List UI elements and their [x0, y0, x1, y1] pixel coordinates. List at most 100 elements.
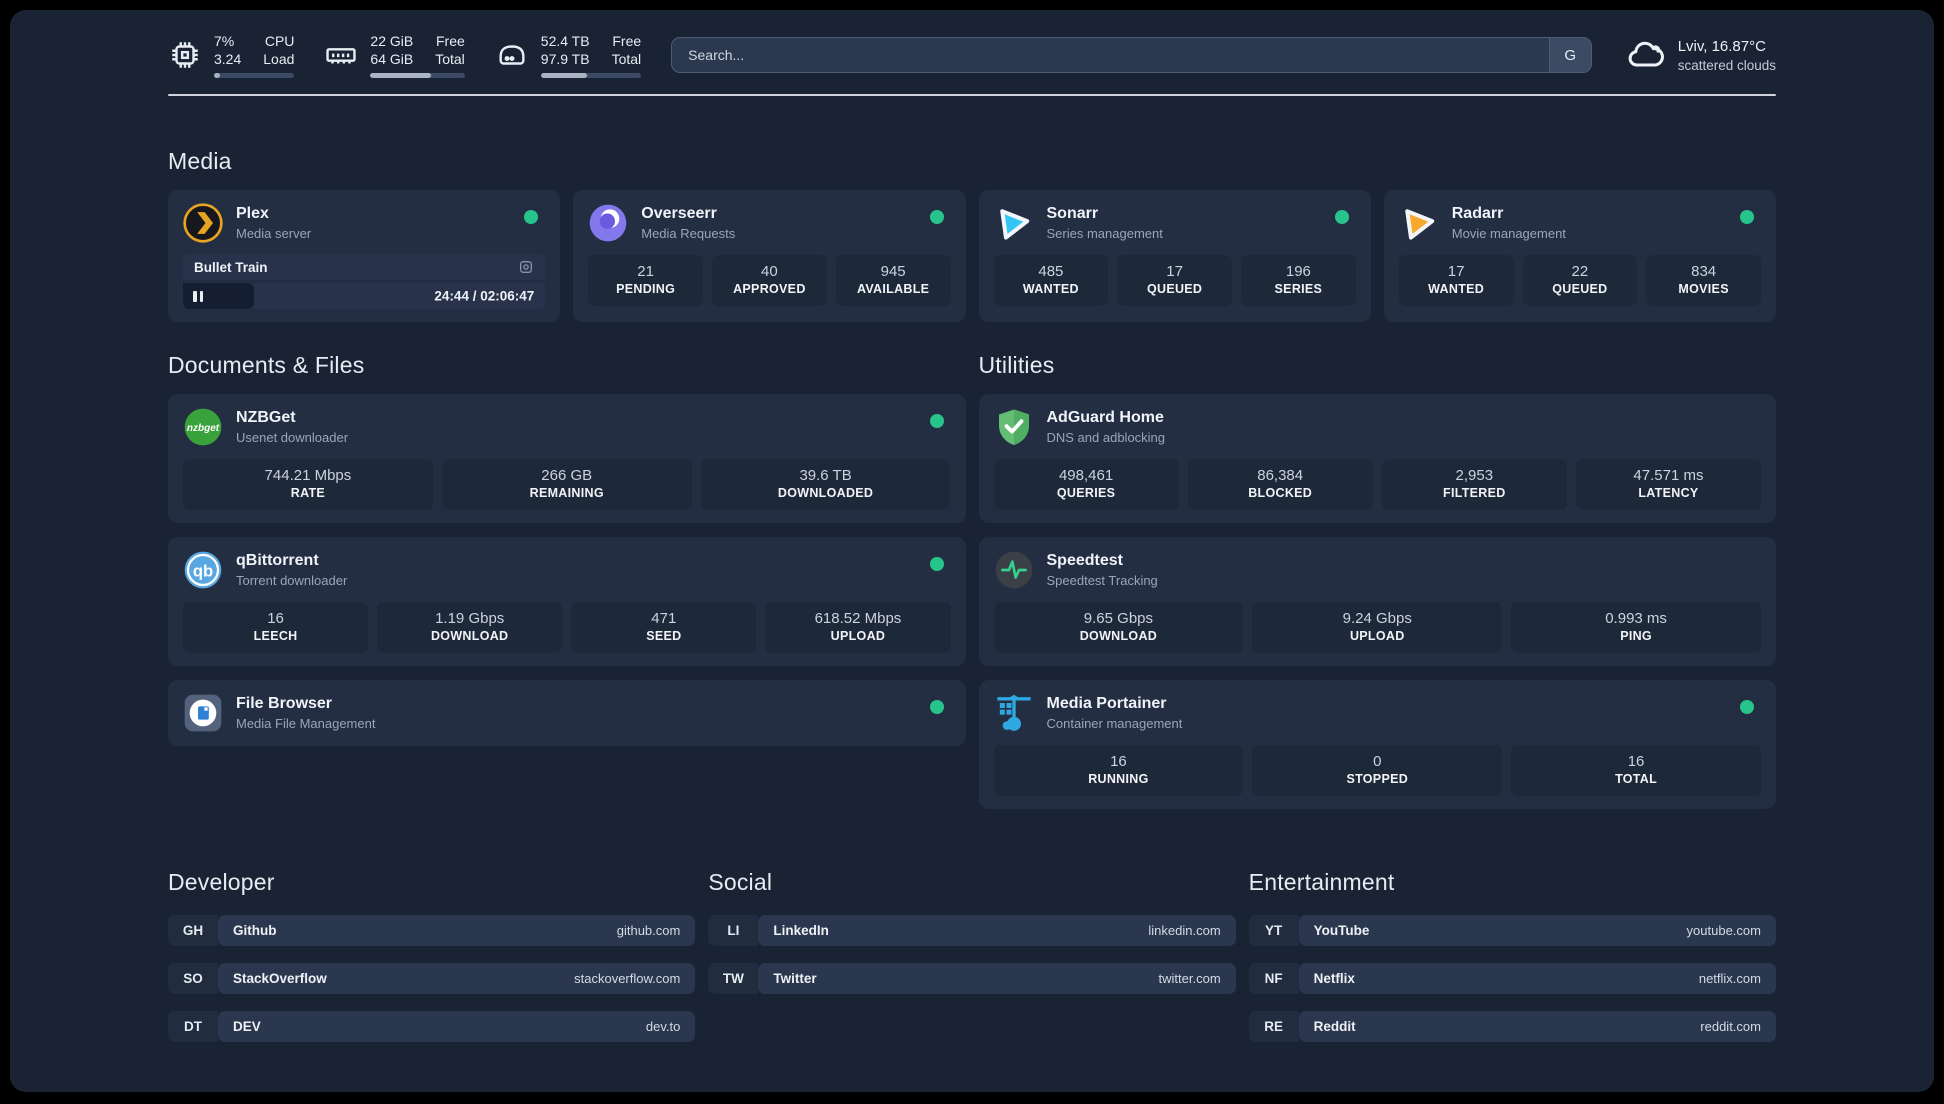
disk-total-label: Total [611, 51, 642, 67]
cpu-load-value: 3.24 [214, 51, 242, 67]
bookmark-name: StackOverflow [233, 971, 327, 986]
cloud-icon [1626, 35, 1666, 75]
bookmark-name: DEV [233, 1019, 261, 1034]
overseerr-icon [588, 203, 628, 243]
service-card-plex[interactable]: Plex Media server Bullet Train 24:44 / 0… [168, 190, 561, 322]
service-card-overseerr[interactable]: Overseerr Media Requests 21 PENDING 40 APP… [573, 190, 966, 322]
section-title-social: Social [708, 869, 773, 895]
bookmark-url: netflix.com [1698, 971, 1761, 986]
service-card-radarr[interactable]: Radarr Movie management 17 WANTED 22 QUEUE… [1383, 190, 1776, 322]
stat-upload: 9.24 Gbps UPLOAD [1252, 602, 1503, 653]
stat-download: 1.19 Gbps DOWNLOAD [377, 602, 563, 653]
bookmark-url: twitter.com [1158, 971, 1221, 986]
stat-rate: 744.21 Mbps RATE [183, 459, 433, 510]
disk-stat-widget: 52.4 TB 97.9 TB Free Total [495, 32, 642, 78]
service-desc: Series management [1046, 226, 1163, 241]
ram-free-value: 22 GiB [370, 33, 414, 49]
bookmark-tag: LI [708, 915, 759, 946]
stat-ping: 0.993 ms PING [1511, 602, 1761, 653]
bookmark-linkedin[interactable]: LI LinkedIn linkedin.com [708, 915, 1236, 946]
service-card-filebrowser[interactable]: File Browser Media File Management [168, 680, 966, 746]
bookmark-tag: DT [168, 1011, 218, 1042]
service-card-sonarr[interactable]: Sonarr Series management 485 WANTED 17 QUE… [978, 190, 1371, 322]
cpu-value: 7% [214, 33, 235, 49]
cpu-progress-bar [214, 73, 295, 78]
bookmark-name: Twitter [773, 971, 817, 986]
bookmark-tag: SO [168, 963, 218, 994]
stat-seed: 471 SEED [571, 602, 757, 653]
status-dot [1334, 210, 1349, 224]
search-engine-button[interactable]: G [1548, 38, 1591, 72]
service-name: qBittorrent [236, 552, 319, 569]
bookmark-youtube[interactable]: YT YouTube youtube.com [1248, 915, 1776, 946]
bookmarks-area: Developer GH Github github.com SO StackO… [168, 869, 1776, 1042]
stat-blocked: 86,384 BLOCKED [1187, 459, 1373, 510]
svg-text:nzbget: nzbget [187, 423, 220, 434]
media-card-row: Plex Media server Bullet Train 24:44 / 0… [168, 190, 1776, 322]
speedtest-icon [994, 550, 1034, 590]
stat-queued: 22 QUEUED [1522, 255, 1638, 306]
status-dot [1740, 210, 1754, 224]
service-card-nzbget[interactable]: nzbget NZBGet Usenet downloader 744.21 M… [168, 394, 966, 523]
cpu-stat-widget: 7% 3.24 CPU Load [168, 32, 295, 78]
ram-stat-widget: 22 GiB 64 GiB Free Total [324, 32, 465, 78]
stat-series: 196 SERIES [1241, 255, 1356, 306]
disk-progress-bar [540, 73, 642, 78]
filebrowser-icon [183, 693, 223, 733]
bookmark-twitter[interactable]: TW Twitter twitter.com [708, 963, 1236, 994]
service-name: Speedtest [1046, 552, 1123, 569]
service-name: Overseerr [641, 205, 717, 222]
bookmark-url: github.com [616, 923, 681, 938]
weather-condition: scattered clouds [1677, 57, 1776, 73]
bookmark-name: YouTube [1313, 923, 1370, 938]
search-bar: G [671, 37, 1592, 73]
weather-widget: Lviv, 16.87°C scattered clouds [1626, 35, 1776, 75]
bookmark-url: reddit.com [1700, 1019, 1761, 1034]
stat-filtered: 2,953 FILTERED [1381, 459, 1567, 510]
section-title-developer: Developer [168, 869, 275, 895]
section-title-documents: Documents & Files [168, 352, 365, 378]
service-name: File Browser [236, 695, 333, 712]
svg-text:qb: qb [193, 561, 213, 580]
status-dot [929, 210, 944, 224]
status-dot [929, 414, 944, 428]
bookmark-url: stackoverflow.com [574, 971, 681, 986]
playback-progress-bar[interactable]: 24:44 / 02:06:47 [183, 283, 546, 309]
stat-wanted: 485 WANTED [993, 255, 1109, 306]
bookmark-name: Github [233, 923, 277, 938]
service-card-qbittorrent[interactable]: qb qBittorrent Torrent downloader 16 LEEC… [168, 537, 966, 666]
cpu-label: CPU [264, 33, 295, 49]
service-card-speedtest[interactable]: Speedtest Speedtest Tracking 9.65 Gbps DO… [978, 537, 1776, 666]
service-name: NZBGet [236, 409, 296, 426]
bookmark-reddit[interactable]: RE Reddit reddit.com [1248, 1011, 1776, 1042]
bookmark-name: Netflix [1313, 971, 1355, 986]
status-dot [929, 700, 944, 714]
service-card-adguard[interactable]: AdGuard Home DNS and adblocking 498,461 Q… [978, 394, 1776, 523]
bookmark-netflix[interactable]: NF Netflix netflix.com [1248, 963, 1776, 994]
service-desc: Usenet downloader [236, 430, 349, 445]
bookmark-github[interactable]: GH Github github.com [168, 915, 696, 946]
bookmark-dev[interactable]: DT DEV dev.to [168, 1011, 696, 1042]
stat-available: 945 AVAILABLE [835, 255, 951, 306]
stat-remaining: 266 GB REMAINING [441, 459, 692, 510]
dashboard-page: 7% 3.24 CPU Load 22 GiB 64 GiB Free Tota… [10, 10, 1934, 1092]
service-name: Media Portainer [1046, 695, 1167, 712]
now-playing-widget: Bullet Train 24:44 / 02:06:47 [183, 254, 546, 309]
disk-free-label: Free [612, 33, 642, 49]
portainer-icon [994, 693, 1034, 733]
service-card-portainer[interactable]: Media Portainer Container management 16 R… [978, 680, 1776, 809]
cpu-load-label: Load [263, 51, 295, 67]
stat-movies: 834 MOVIES [1646, 255, 1761, 306]
now-playing-title: Bullet Train [194, 259, 268, 275]
plex-icon [183, 203, 223, 243]
stat-stopped: 0 STOPPED [1252, 745, 1503, 796]
service-name: Plex [236, 205, 269, 222]
stat-download: 9.65 Gbps DOWNLOAD [993, 602, 1244, 653]
search-input[interactable] [672, 38, 1549, 72]
bookmark-stackoverflow[interactable]: SO StackOverflow stackoverflow.com [168, 963, 696, 994]
status-dot [929, 557, 944, 571]
stat-leech: 16 LEECH [183, 602, 369, 653]
top-bar: 7% 3.24 CPU Load 22 GiB 64 GiB Free Tota… [168, 32, 1776, 78]
disk-free-value: 52.4 TB [540, 33, 590, 49]
header-divider [168, 94, 1776, 96]
